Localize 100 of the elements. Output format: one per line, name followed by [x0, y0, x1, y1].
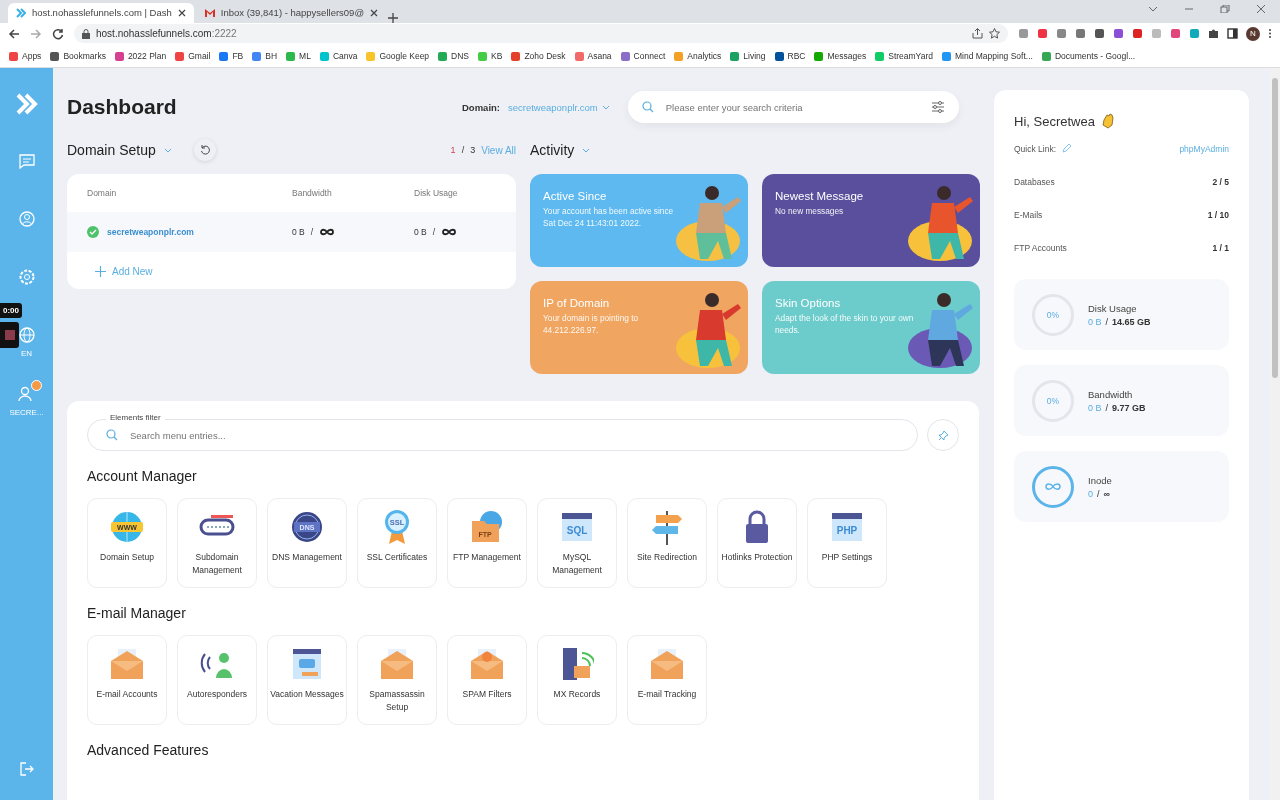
new-tab-icon[interactable] [388, 12, 399, 23]
bookmark[interactable]: Documents - Googl... [1041, 51, 1136, 62]
bookmark[interactable]: Gmail [175, 51, 211, 62]
bookmark[interactable]: Google Keep [366, 51, 430, 62]
server-icon [560, 646, 594, 682]
usage-label: Bandwidth [1088, 388, 1134, 400]
search-field[interactable]: Please enter your search criteria [627, 91, 959, 123]
refresh-button[interactable] [193, 139, 216, 161]
extension-icon[interactable] [1113, 28, 1124, 40]
menu-tile[interactable]: Autoresponders [177, 635, 257, 725]
stat-label: Databases [1014, 176, 1055, 187]
chevron-down-icon[interactable] [163, 147, 172, 153]
extension-icon[interactable] [1075, 28, 1086, 40]
bookmark[interactable]: Connect [620, 51, 666, 62]
close-icon[interactable] [370, 8, 379, 17]
section-title: Advanced Features [87, 741, 210, 760]
bookmark[interactable]: Bookmarks [50, 51, 106, 62]
chevron-logo-icon[interactable] [14, 92, 39, 116]
caret-icon [601, 104, 610, 110]
menu-tile[interactable]: MX Records [537, 635, 617, 725]
padlock-icon [743, 509, 771, 545]
window-icon [290, 646, 324, 682]
notification-dot [30, 380, 42, 391]
bookmark[interactable]: Canva [319, 51, 358, 62]
bookmark[interactable]: Zoho Desk [511, 51, 566, 62]
bookmark[interactable]: BH [252, 51, 278, 62]
envelope-icon [469, 647, 505, 681]
menu-tile[interactable]: Hotlinks Protection [717, 498, 797, 588]
address-bar[interactable]: host.nohasslefunnels.com:2222 [74, 24, 1008, 44]
section-title: Domain Setup [67, 142, 156, 158]
menu-tile[interactable]: Spamassassin Setup [357, 635, 437, 725]
user-icon[interactable] [18, 211, 35, 227]
browser-tab[interactable]: host.nohasslefunnels.com | Dash [8, 2, 194, 23]
window-icon: PHP [830, 510, 864, 544]
menu-tile[interactable]: E-mail Tracking [627, 635, 707, 725]
reload-icon[interactable] [52, 28, 64, 40]
menu-tile[interactable]: Vacation Messages [267, 635, 347, 725]
back-icon[interactable] [8, 28, 20, 40]
bookmark[interactable]: Living [730, 51, 766, 62]
stat-value: 1 / 1 [1212, 242, 1229, 253]
more-icon[interactable] [1268, 28, 1272, 40]
scrollbar[interactable] [1270, 68, 1280, 800]
menu-tile[interactable]: Site Redirection [627, 498, 707, 588]
globe-icon[interactable] [18, 327, 35, 343]
slash-separator: / [1097, 488, 1100, 499]
bookmark[interactable]: Messages [814, 51, 867, 62]
infinity-ring-icon [1032, 465, 1074, 508]
forward-icon[interactable] [30, 28, 42, 40]
greeting: Hi, Secretwea [1014, 113, 1095, 129]
bookmark[interactable]: 2022 Plan [114, 51, 167, 62]
extension-icon[interactable] [1037, 28, 1048, 40]
star-icon[interactable] [989, 28, 1000, 40]
usage-used: 0 B [1088, 402, 1102, 413]
side-panel-icon[interactable] [1227, 28, 1238, 40]
menu-tile[interactable]: Subdomain Management [177, 498, 257, 588]
search-input[interactable]: Please enter your search criteria [663, 100, 921, 114]
slash-separator: / [461, 145, 465, 155]
card-text: Your domain is pointing to 44.212.226.97. [543, 313, 640, 337]
progress-ring: 0% [1032, 379, 1074, 422]
chat-icon[interactable] [18, 154, 35, 169]
page-number: 1 [450, 145, 456, 155]
menu-tile[interactable]: E-mail Accounts [87, 635, 167, 725]
bookmark[interactable]: RBC [774, 51, 806, 62]
signpost-icon [651, 509, 683, 545]
bookmark[interactable]: FB [219, 51, 244, 62]
bookmark[interactable]: Mind Mapping Soft... [941, 51, 1033, 62]
pin-icon [937, 429, 949, 441]
menu-tile[interactable]: PHP PHP Settings [807, 498, 887, 588]
extension-icon[interactable] [1170, 28, 1181, 40]
search-icon [641, 101, 654, 113]
close-icon[interactable] [1256, 5, 1266, 14]
menu-tile[interactable]: SPAM Filters [447, 635, 527, 725]
extension-icon[interactable] [1094, 28, 1105, 40]
menu-tile[interactable]: SQL MySQL Management [537, 498, 617, 588]
logout-icon[interactable] [19, 762, 34, 776]
chevron-down-icon[interactable] [1148, 5, 1158, 14]
browser-tab[interactable]: Inbox (39,841) - happysellers09@ [195, 2, 387, 23]
field-label: Elements filter [106, 413, 165, 422]
bookmark[interactable]: DNS [438, 51, 470, 62]
chevron-down-icon[interactable] [582, 147, 591, 153]
bookmark[interactable]: KB [478, 51, 503, 62]
bookmark[interactable]: StreamYard [875, 51, 933, 62]
check-circle-icon [87, 226, 99, 238]
profile-avatar[interactable]: N [1246, 27, 1260, 41]
extension-icon[interactable] [1056, 28, 1067, 40]
bookmark[interactable]: Asana [574, 51, 612, 62]
filter-sliders-icon[interactable] [930, 101, 945, 113]
bookmark[interactable]: Analytics [674, 51, 722, 62]
close-icon[interactable] [177, 8, 186, 17]
restore-icon[interactable] [1220, 5, 1230, 14]
bookmark[interactable]: Apps [9, 51, 42, 62]
section-title: Account Manager [87, 467, 198, 486]
refresh-icon [199, 145, 210, 155]
extension-icon[interactable] [1132, 28, 1143, 40]
usage-limit: 14.65 GB [1112, 316, 1151, 327]
settings-icon[interactable] [18, 269, 35, 285]
bookmark[interactable]: ML [286, 51, 311, 62]
share-icon[interactable] [972, 28, 983, 40]
envelope-icon [109, 647, 145, 681]
activity-card[interactable]: Newest Message No new messages [762, 174, 980, 267]
